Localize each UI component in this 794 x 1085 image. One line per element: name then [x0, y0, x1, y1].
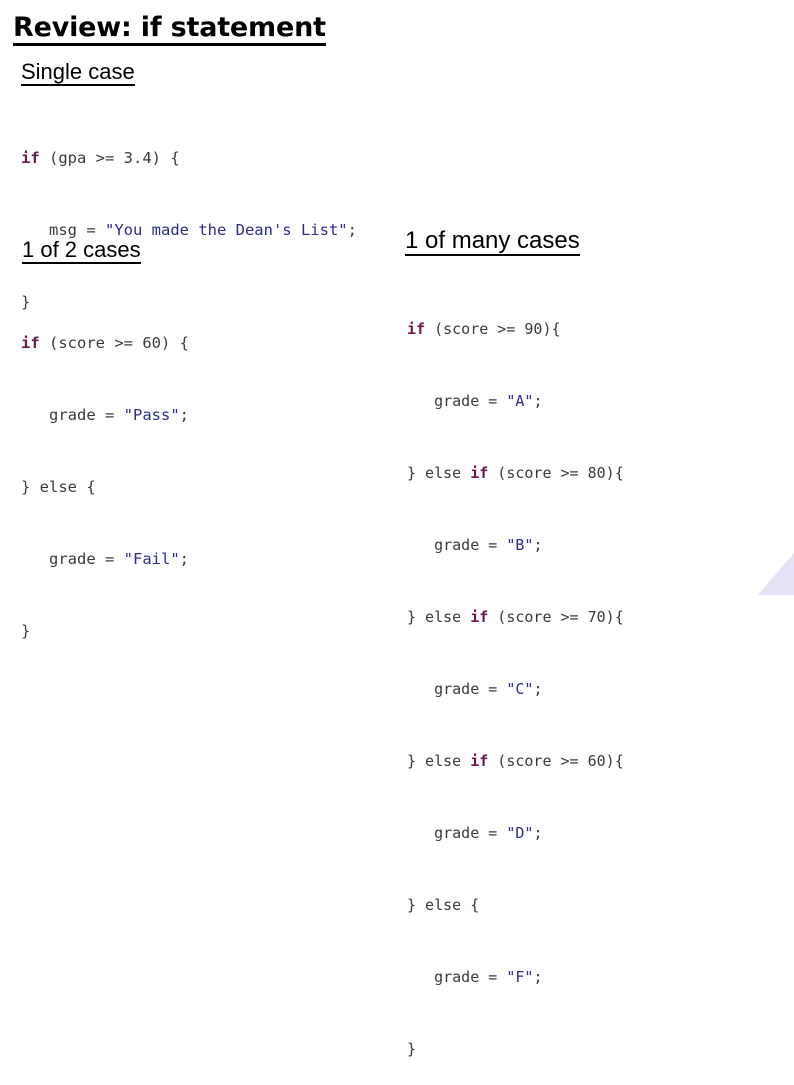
string-token: "F"	[506, 968, 534, 986]
string-token: "Pass"	[123, 406, 180, 424]
code-line: if (score >= 90){	[407, 317, 624, 341]
code-line: if (score >= 60) {	[21, 331, 189, 355]
code-token: (score >= 60){	[488, 752, 624, 770]
section-heading-single-case: Single case	[21, 59, 135, 86]
code-token: ;	[179, 406, 189, 424]
code-line: } else {	[407, 893, 624, 917]
keyword-token: if	[407, 320, 426, 338]
code-token: } else	[407, 752, 471, 770]
code-token: grade =	[407, 968, 507, 986]
code-token: ;	[179, 550, 189, 568]
code-token: (score >= 60) {	[39, 334, 189, 352]
code-token: }	[21, 622, 31, 640]
code-token: (score >= 70){	[488, 608, 624, 626]
code-line: } else if (score >= 80){	[407, 461, 624, 485]
code-block-many-cases: if (score >= 90){ grade = "A"; } else if…	[407, 269, 624, 1085]
code-line: grade = "F";	[407, 965, 624, 989]
code-line: if (gpa >= 3.4) {	[21, 146, 357, 170]
code-token: (gpa >= 3.4) {	[39, 149, 180, 167]
string-token: "Fail"	[123, 550, 180, 568]
code-token: } else	[407, 464, 471, 482]
string-token: "D"	[506, 824, 534, 842]
keyword-token: if	[470, 608, 489, 626]
section-heading-two-cases: 1 of 2 cases	[22, 237, 141, 264]
code-line: grade = "D";	[407, 821, 624, 845]
code-token: grade =	[407, 392, 507, 410]
code-token: } else	[407, 608, 471, 626]
string-token: "C"	[506, 680, 534, 698]
code-line: }	[21, 619, 189, 643]
keyword-token: if	[21, 149, 40, 167]
code-token: grade =	[407, 824, 507, 842]
string-token: "You made the Dean's List"	[105, 221, 348, 239]
code-token: grade =	[407, 680, 507, 698]
code-line: grade = "B";	[407, 533, 624, 557]
code-token: }	[407, 1040, 417, 1058]
code-token: ;	[533, 968, 543, 986]
code-token: grade =	[21, 406, 124, 424]
code-token: (score >= 90){	[425, 320, 561, 338]
code-token: (score >= 80){	[488, 464, 624, 482]
string-token: "B"	[506, 536, 534, 554]
keyword-token: if	[21, 334, 40, 352]
code-token: ;	[533, 536, 543, 554]
code-line: } else if (score >= 70){	[407, 605, 624, 629]
code-line: } else if (score >= 60){	[407, 749, 624, 773]
string-token: "A"	[506, 392, 534, 410]
code-line: grade = "Fail";	[21, 547, 189, 571]
code-token: ;	[533, 392, 543, 410]
code-line: }	[407, 1037, 624, 1061]
page-title: Review: if statement	[13, 13, 326, 47]
code-token: ;	[533, 824, 543, 842]
section-heading-many-cases: 1 of many cases	[405, 227, 580, 256]
keyword-token: if	[470, 464, 489, 482]
code-line: grade = "C";	[407, 677, 624, 701]
keyword-token: if	[470, 752, 489, 770]
code-line: grade = "Pass";	[21, 403, 189, 427]
code-token: grade =	[21, 550, 124, 568]
code-line: grade = "A";	[407, 389, 624, 413]
code-line: } else {	[21, 475, 189, 499]
code-token: grade =	[407, 536, 507, 554]
code-token: ;	[347, 221, 357, 239]
code-block-two-cases: if (score >= 60) { grade = "Pass"; } els…	[21, 283, 189, 667]
code-token: } else {	[407, 896, 480, 914]
code-token: } else {	[21, 478, 96, 496]
code-token: ;	[533, 680, 543, 698]
corner-triangle-decoration	[758, 553, 794, 595]
